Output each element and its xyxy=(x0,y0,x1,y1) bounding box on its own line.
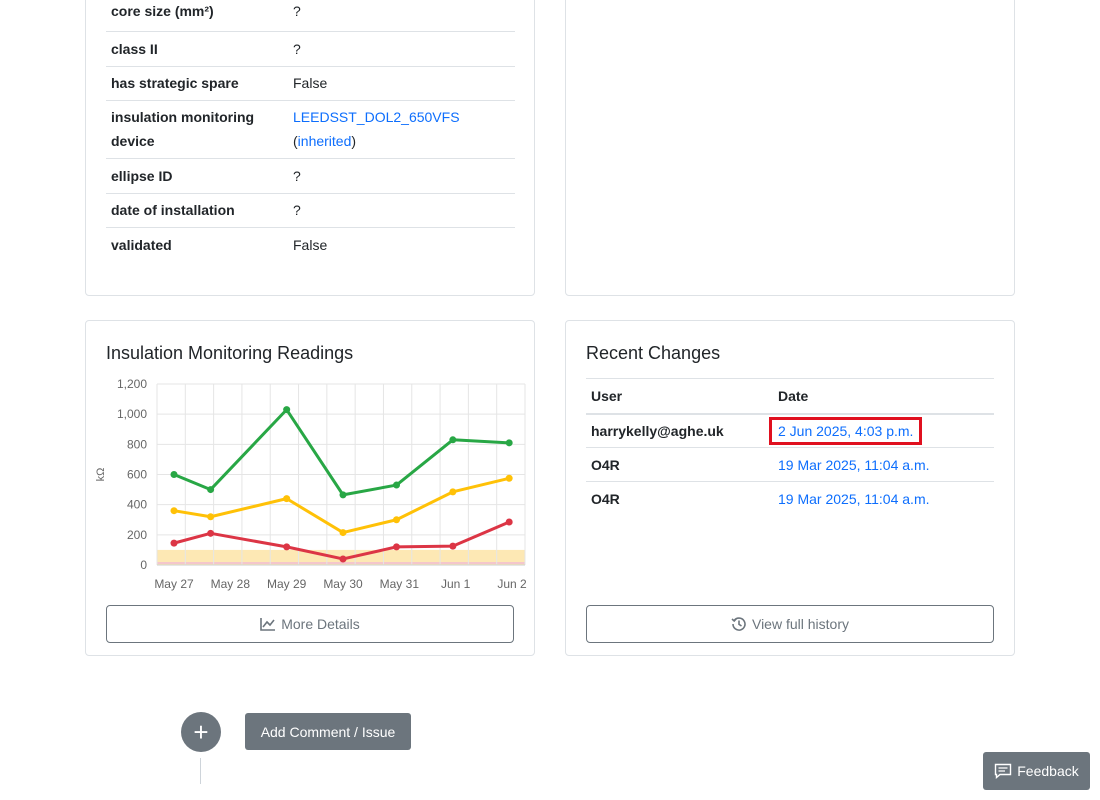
data-point xyxy=(393,516,401,524)
more-details-label: More Details xyxy=(281,616,360,632)
property-row: ellipse ID ? xyxy=(106,158,515,193)
view-history-label: View full history xyxy=(751,616,849,632)
y-tick-label: 600 xyxy=(127,468,147,482)
change-user: O4R xyxy=(591,490,620,507)
property-value: False xyxy=(293,236,328,253)
property-value: ? xyxy=(293,202,301,218)
feedback-label: Feedback xyxy=(1017,763,1079,779)
data-point xyxy=(207,529,215,537)
property-label: has strategic spare xyxy=(111,75,239,91)
change-date-link[interactable]: 19 Mar 2025, 11:04 a.m. xyxy=(778,491,930,507)
x-tick-label: May 31 xyxy=(380,577,420,591)
add-comment-circle[interactable]: + xyxy=(181,712,221,752)
change-date-cell: 2 Jun 2025, 4:03 p.m. xyxy=(768,413,994,448)
recent-changes-card: Recent Changes User Date harrykelly@aghe… xyxy=(565,320,1015,656)
change-date-link[interactable]: 2 Jun 2025, 4:03 p.m. xyxy=(768,416,923,445)
data-point xyxy=(505,474,513,482)
properties-table: core size (mm²) ? class II ? has strateg… xyxy=(106,0,515,262)
data-point xyxy=(449,488,457,496)
x-tick-label: May 29 xyxy=(267,577,307,591)
data-point xyxy=(170,539,178,547)
property-row: insulation monitoring device LEEDSST_DOL… xyxy=(106,100,515,158)
property-row: date of installation ? xyxy=(106,193,515,227)
property-label: ellipse ID xyxy=(111,167,173,184)
x-tick-label: May 30 xyxy=(323,577,363,591)
data-point xyxy=(207,486,215,494)
history-icon xyxy=(731,617,746,631)
property-row: core size (mm²) ? xyxy=(106,0,515,31)
property-value: ? xyxy=(293,3,301,20)
property-label: validated xyxy=(111,236,172,253)
view-history-button[interactable]: View full history xyxy=(586,605,994,643)
table-row: harrykelly@aghe.uk 2 Jun 2025, 4:03 p.m. xyxy=(586,413,994,448)
data-point xyxy=(505,439,513,447)
column-user: User xyxy=(586,378,773,415)
y-tick-label: 1,000 xyxy=(117,407,147,421)
property-value: LEEDSST_DOL2_650VFS (inherited) xyxy=(293,109,460,149)
chat-icon xyxy=(995,763,1012,779)
property-label: date of installation xyxy=(111,202,235,218)
inherited-link[interactable]: inherited xyxy=(298,133,352,149)
property-value: ? xyxy=(293,40,301,57)
changes-title: Recent Changes xyxy=(586,343,721,363)
table-row: O4R 19 Mar 2025, 11:04 a.m. xyxy=(586,447,994,482)
x-tick-label: Jun 2 xyxy=(497,577,527,591)
add-comment-button[interactable]: Add Comment / Issue xyxy=(245,713,411,750)
x-tick-label: May 28 xyxy=(211,577,251,591)
y-tick-label: 0 xyxy=(140,558,147,572)
table-header-row: User Date xyxy=(586,378,994,415)
y-tick-label: 200 xyxy=(127,528,147,542)
property-row: has strategic spare False xyxy=(106,66,515,100)
change-user: harrykelly@aghe.uk xyxy=(586,413,773,448)
data-point xyxy=(283,543,291,551)
y-axis-label: kΩ xyxy=(95,468,107,482)
changes-table: User Date harrykelly@aghe.uk 2 Jun 2025,… xyxy=(586,378,994,516)
x-tick-label: Jun 1 xyxy=(441,577,471,591)
insulation-device-link[interactable]: LEEDSST_DOL2_650VFS xyxy=(293,109,460,125)
x-tick-label: May 27 xyxy=(154,577,194,591)
timeline-line xyxy=(200,758,201,784)
column-date: Date xyxy=(773,378,994,415)
series-line xyxy=(173,408,510,497)
property-label: class II xyxy=(111,40,158,57)
y-tick-label: 800 xyxy=(127,437,147,451)
property-row: class II ? xyxy=(106,31,515,66)
data-point xyxy=(449,436,457,444)
data-point xyxy=(393,481,401,489)
empty-card xyxy=(565,0,1015,296)
insulation-readings-card: Insulation Monitoring Readings 0 200 400 60… xyxy=(85,320,535,656)
series-line xyxy=(173,476,510,535)
plus-icon: + xyxy=(193,716,209,747)
data-point xyxy=(170,507,178,515)
table-row: O4R 19 Mar 2025, 11:04 a.m. xyxy=(586,482,994,516)
data-point xyxy=(170,471,178,478)
property-value: ? xyxy=(293,167,301,184)
property-value: False xyxy=(293,75,328,91)
change-date-cell: 19 Mar 2025, 11:04 a.m. xyxy=(773,447,994,482)
y-tick-label: 1,200 xyxy=(117,377,147,391)
data-point xyxy=(393,543,401,551)
data-point xyxy=(207,513,215,521)
property-row: validated False xyxy=(106,227,515,262)
chart-title: Insulation Monitoring Readings xyxy=(106,343,354,363)
data-point xyxy=(283,495,291,503)
property-label: insulation monitoring device xyxy=(111,109,255,149)
data-point xyxy=(505,518,513,526)
data-point xyxy=(339,491,347,499)
data-point xyxy=(339,529,347,537)
more-details-button[interactable]: More Details xyxy=(106,605,514,643)
properties-card: core size (mm²) ? class II ? has strateg… xyxy=(85,0,535,296)
change-date-cell: 19 Mar 2025, 11:04 a.m. xyxy=(773,482,994,516)
data-point xyxy=(339,555,347,563)
line-chart-icon xyxy=(260,618,276,631)
data-point xyxy=(283,406,291,414)
y-tick-label: 400 xyxy=(127,498,147,512)
change-user: O4R xyxy=(586,447,773,482)
data-point xyxy=(449,542,457,550)
feedback-button[interactable]: Feedback xyxy=(983,752,1090,790)
insulation-chart: 0 200 400 600 800 1,000 1,200 May 27 May 28 May 2… xyxy=(95,377,527,591)
change-date-link[interactable]: 19 Mar 2025, 11:04 a.m. xyxy=(778,457,930,473)
property-label: core size (mm²) xyxy=(111,3,214,20)
